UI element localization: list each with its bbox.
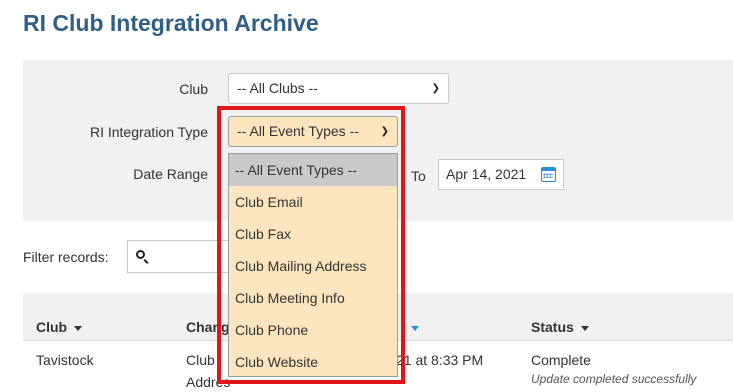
row-status: Complete: [531, 352, 591, 368]
filter-records-input[interactable]: [127, 240, 237, 273]
date-to-label: To: [411, 168, 426, 184]
calendar-icon[interactable]: [541, 167, 556, 182]
event-type-select-value: -- All Event Types --: [237, 123, 359, 139]
chevron-down-icon: ❯: [380, 126, 389, 137]
column-header-status-label: Status: [531, 319, 574, 335]
chevron-down-icon: ❯: [431, 83, 440, 94]
event-type-select[interactable]: -- All Event Types -- ❯: [228, 116, 398, 147]
column-header-club-label: Club: [36, 319, 68, 335]
sort-caret-icon: [580, 326, 589, 331]
date-to-field[interactable]: Apr 14, 2021: [438, 159, 564, 190]
date-to-value: Apr 14, 2021: [446, 166, 527, 182]
dropdown-option-club-email[interactable]: Club Email: [229, 186, 397, 218]
club-select-value: -- All Clubs --: [237, 80, 318, 96]
dropdown-option-club-fax[interactable]: Club Fax: [229, 218, 397, 250]
row-change-line1: Club: [186, 352, 215, 368]
column-header-change-label: Chang: [186, 319, 230, 335]
dropdown-option-all[interactable]: -- All Event Types --: [229, 154, 397, 186]
sort-caret-icon: [411, 326, 419, 331]
dropdown-option-club-website[interactable]: Club Website: [229, 346, 397, 378]
column-header-change[interactable]: Chang: [186, 319, 230, 335]
row-change-line2: Addres: [186, 374, 231, 390]
row-date: 21 at 8:33 PM: [396, 352, 484, 368]
event-type-dropdown-list: -- All Event Types -- Club Email Club Fa…: [228, 153, 398, 377]
page-title: RI Club Integration Archive: [23, 10, 319, 36]
type-label: RI Integration Type: [89, 124, 208, 140]
club-label: Club: [179, 81, 208, 97]
column-header-date[interactable]: [404, 319, 419, 335]
dropdown-option-club-meeting-info[interactable]: Club Meeting Info: [229, 282, 397, 314]
dropdown-option-club-mailing-address[interactable]: Club Mailing Address: [229, 250, 397, 282]
search-icon: [136, 250, 145, 259]
row-status-detail: Update completed successfully: [531, 372, 697, 386]
row-club: Tavistock: [36, 352, 94, 368]
date-range-label: Date Range: [133, 166, 208, 182]
filter-records-label: Filter records:: [23, 249, 109, 265]
column-header-club[interactable]: Club: [36, 319, 83, 335]
column-header-status[interactable]: Status: [531, 319, 589, 335]
club-select[interactable]: -- All Clubs -- ❯: [228, 73, 449, 104]
sort-caret-icon: [74, 326, 83, 331]
dropdown-option-club-phone[interactable]: Club Phone: [229, 314, 397, 346]
